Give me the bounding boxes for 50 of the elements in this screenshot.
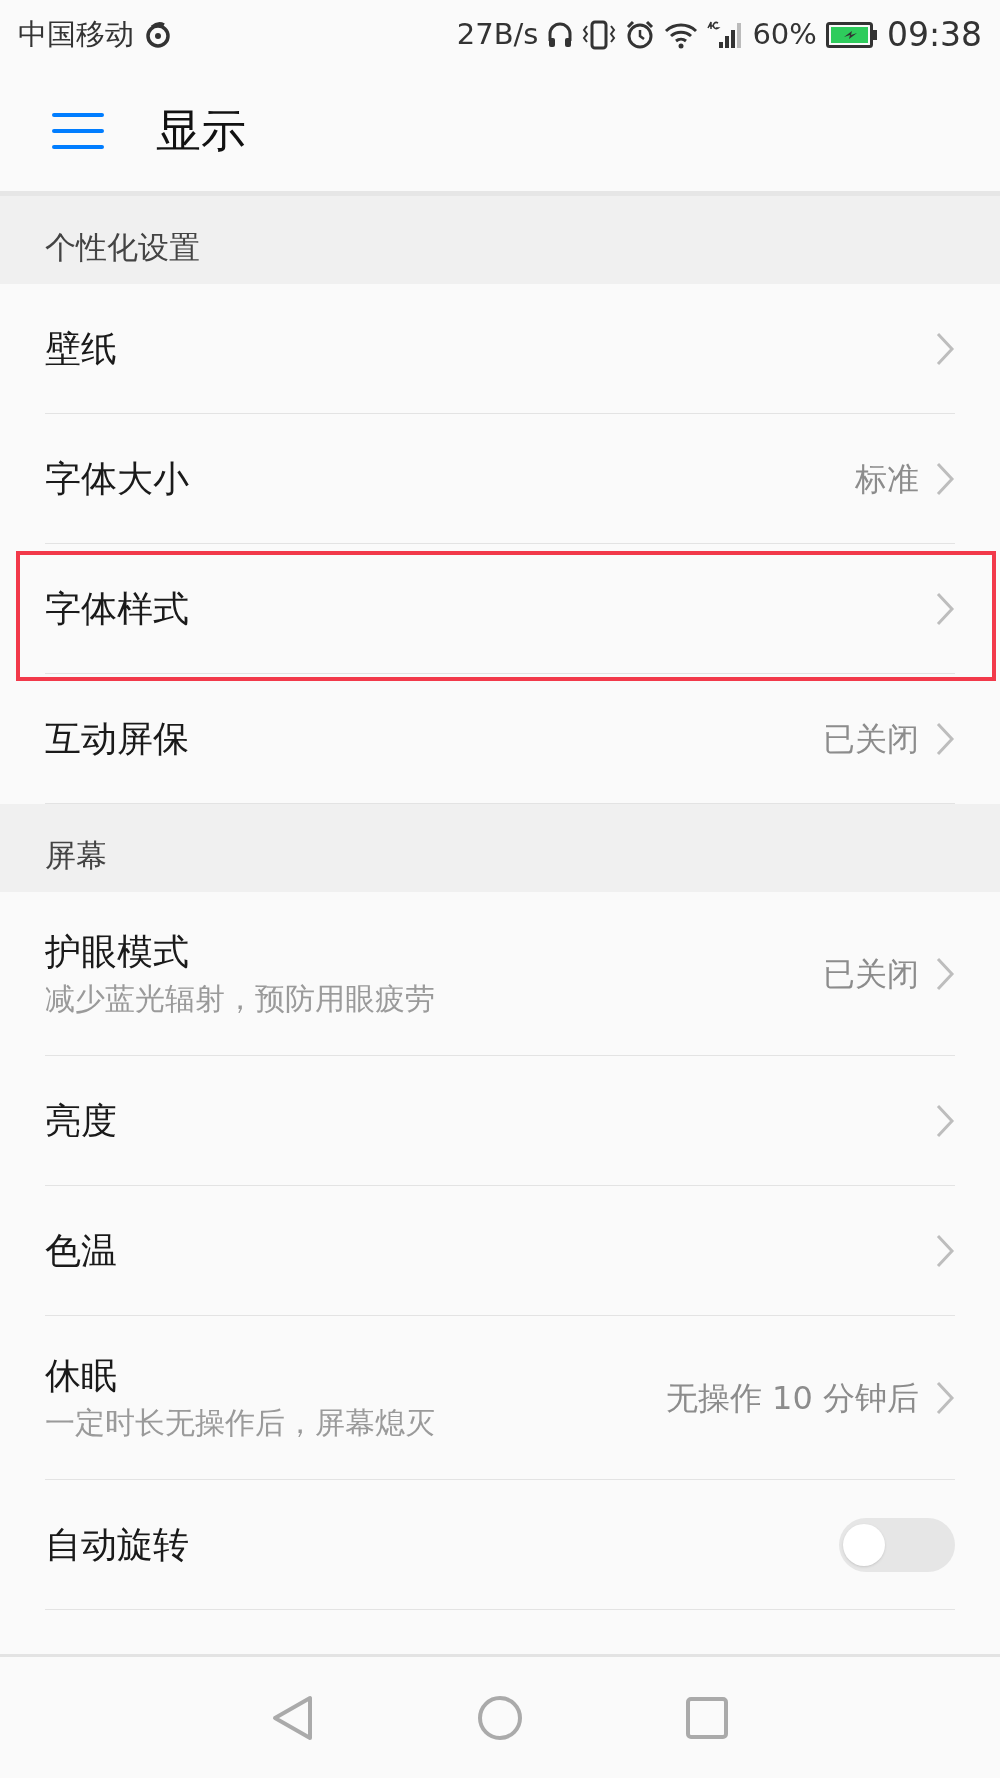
recent-apps-icon[interactable] bbox=[686, 1696, 729, 1739]
swirl-icon bbox=[144, 21, 172, 49]
chevron-right-icon bbox=[935, 720, 955, 757]
row-title: 护眼模式 bbox=[45, 930, 190, 975]
row-value: 已关闭 bbox=[823, 718, 919, 760]
row-title: 互动屏保 bbox=[45, 717, 189, 761]
section-header: 屏幕 bbox=[45, 835, 107, 875]
row-value: 已关闭 bbox=[823, 953, 919, 995]
row-title: 休眠 bbox=[45, 1354, 118, 1399]
chevron-right-icon bbox=[935, 1232, 955, 1269]
row-subtitle: 一定时长无操作后，屏幕熄灭 bbox=[45, 1404, 435, 1442]
section-header: 个性化设置 bbox=[45, 227, 200, 267]
row-title: 字体大小 bbox=[45, 457, 189, 501]
menu-icon[interactable] bbox=[52, 110, 104, 151]
row-value: 标准 bbox=[855, 458, 919, 500]
settings-row[interactable]: 字体样式 bbox=[45, 544, 955, 674]
toggle-switch[interactable] bbox=[839, 1517, 955, 1572]
chevron-right-icon bbox=[935, 460, 955, 497]
row-title: 壁纸 bbox=[45, 327, 117, 371]
settings-row[interactable]: 色温 bbox=[45, 1186, 955, 1316]
row-title: 自动旋转 bbox=[45, 1523, 189, 1567]
row-title: 字体样式 bbox=[45, 587, 189, 631]
clock-time: 09:38 bbox=[886, 14, 982, 57]
alarm-clock-icon bbox=[625, 20, 656, 50]
settings-row[interactable]: 护眼模式 减少蓝光辐射，预防用眼疲劳 已关闭 bbox=[45, 892, 955, 1056]
chevron-right-icon bbox=[935, 1379, 955, 1416]
headphones-icon bbox=[547, 21, 574, 49]
row-subtitle: 减少蓝光辐射，预防用眼疲劳 bbox=[45, 980, 435, 1018]
battery-charging-icon bbox=[825, 22, 878, 48]
row-value: 无操作 10 分钟后 bbox=[665, 1377, 919, 1419]
cellular-signal-icon bbox=[707, 20, 744, 50]
settings-row[interactable]: 亮度 bbox=[45, 1056, 955, 1186]
settings-row[interactable]: 自动旋转 bbox=[45, 1480, 955, 1610]
vibrate-icon bbox=[582, 20, 617, 50]
home-icon[interactable] bbox=[477, 1694, 523, 1741]
settings-row[interactable]: 字体大小 标准 bbox=[45, 414, 955, 544]
back-icon[interactable] bbox=[271, 1694, 314, 1741]
settings-row[interactable]: 休眠 一定时长无操作后，屏幕熄灭 无操作 10 分钟后 bbox=[45, 1316, 955, 1480]
row-title: 亮度 bbox=[45, 1099, 117, 1143]
network-speed: 27B/s bbox=[456, 16, 539, 54]
chevron-right-icon bbox=[935, 330, 955, 367]
battery-percent: 60% bbox=[752, 16, 817, 54]
page-title: 显示 bbox=[156, 102, 246, 159]
chevron-right-icon bbox=[935, 590, 955, 627]
settings-row[interactable]: 壁纸 bbox=[45, 284, 955, 414]
chevron-right-icon bbox=[935, 1102, 955, 1139]
carrier-name: 中国移动 bbox=[18, 16, 134, 54]
wifi-icon bbox=[664, 21, 699, 49]
chevron-right-icon bbox=[935, 955, 955, 992]
row-title: 色温 bbox=[45, 1229, 117, 1273]
